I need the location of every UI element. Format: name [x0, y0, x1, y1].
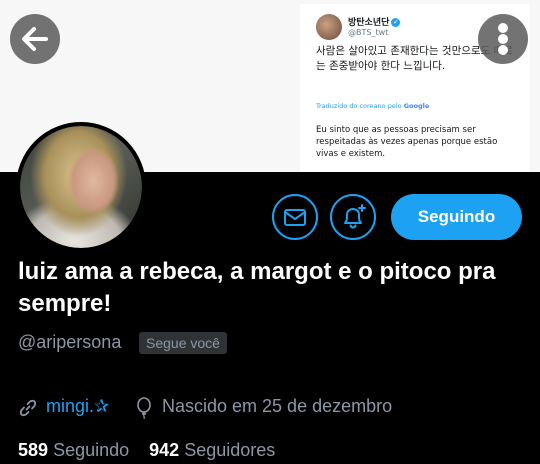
- tweet-author-handle: @BTS_twt: [348, 28, 389, 37]
- following-label: Seguindo: [53, 440, 130, 460]
- following-stat[interactable]: 589 Seguindo: [18, 440, 129, 460]
- avatar-photo: [20, 126, 142, 248]
- back-button[interactable]: [10, 14, 60, 64]
- verified-badge-icon: ✓: [391, 18, 401, 27]
- username: @aripersona: [18, 332, 122, 352]
- arrow-left-icon: [22, 27, 48, 51]
- follows-you-badge: Segue você: [139, 332, 227, 354]
- tweet-author-avatar: [316, 14, 342, 40]
- balloon-icon: [137, 397, 151, 419]
- mail-icon: [284, 209, 306, 226]
- followers-label: Seguidores: [184, 440, 276, 460]
- link-icon: [19, 399, 37, 417]
- following-count: 589: [18, 440, 49, 460]
- tweet-author-name: 방탄소년단 ✓: [348, 18, 401, 28]
- more-vertical-icon: [498, 23, 508, 55]
- message-button[interactable]: [272, 194, 318, 240]
- profile-link-text[interactable]: mingi.✰: [46, 396, 109, 417]
- followers-stat[interactable]: 942 Seguidores: [149, 440, 275, 460]
- notifications-button[interactable]: [330, 194, 376, 240]
- tweet-translation-credit: Traduzido do coreano pelo Google: [316, 102, 430, 110]
- birth-date-text: Nascido em 25 de dezembro: [162, 396, 393, 416]
- following-button[interactable]: Seguindo: [391, 194, 522, 240]
- bell-plus-icon: [344, 204, 366, 229]
- more-options-button[interactable]: [478, 14, 528, 64]
- display-name: luiz ama a rebeca, a margot e o pitoco p…: [18, 258, 496, 317]
- followers-count: 942: [149, 440, 180, 460]
- tweet-translated-text: Eu sinto que as pessoas precisam ser res…: [316, 125, 498, 159]
- avatar[interactable]: [16, 122, 146, 252]
- follow-counts: 589 Seguindo 942 Seguidores: [18, 440, 275, 461]
